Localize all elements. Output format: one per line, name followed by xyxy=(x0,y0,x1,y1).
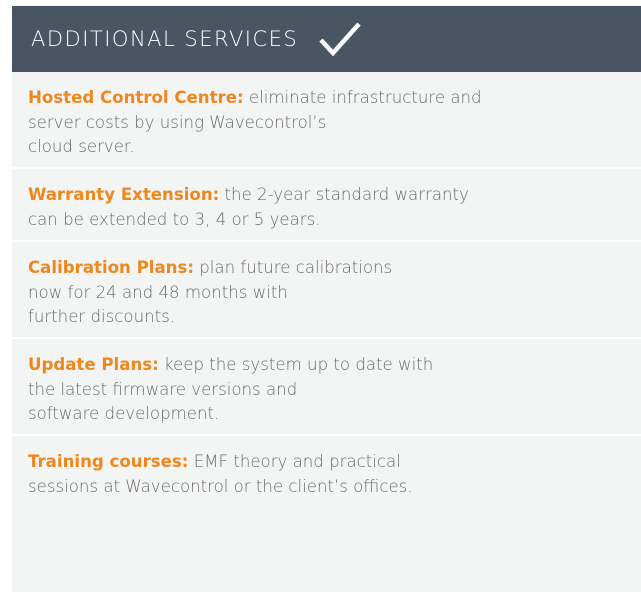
check-icon xyxy=(318,21,362,57)
service-description-line: further discounts. xyxy=(28,307,176,326)
service-warranty-extension: Warranty Extension: the 2-year standard … xyxy=(12,167,641,240)
service-description-line: can be extended to 3, 4 or 5 years. xyxy=(28,209,321,229)
service-calibration-plans: Calibration Plans: plan future calibrati… xyxy=(12,240,641,337)
service-description-line: the latest firmware versions and xyxy=(28,379,298,399)
service-description-line: keep the system up to date with xyxy=(158,355,434,374)
service-training-courses: Training courses: EMF theory and practic… xyxy=(12,434,641,514)
service-title: Hosted Control Centre: xyxy=(28,88,244,107)
services-header-title: ADDITIONAL SERVICES xyxy=(31,27,299,51)
service-title: Training courses: xyxy=(28,452,189,471)
service-description-line: software development. xyxy=(28,404,220,423)
service-description-line: server costs by using Wavecontrol’s xyxy=(28,112,327,132)
service-description-line: sessions at Wavecontrol or the client’s … xyxy=(28,476,413,496)
service-description-line: eliminate infrastructure and xyxy=(243,88,482,107)
service-description-line: cloud server. xyxy=(28,137,135,156)
services-header: ADDITIONAL SERVICES xyxy=(12,6,641,72)
services-list: Hosted Control Centre: eliminate infrast… xyxy=(12,72,641,514)
service-title: Update Plans: xyxy=(28,355,159,374)
service-description-line: the 2-year standard warranty xyxy=(219,185,469,204)
service-update-plans: Update Plans: keep the system up to date… xyxy=(12,337,641,434)
service-title: Calibration Plans: xyxy=(28,258,194,277)
service-title: Warranty Extension: xyxy=(28,185,220,204)
additional-services-panel: ADDITIONAL SERVICES Hosted Control Centr… xyxy=(12,6,641,592)
service-description-line: EMF theory and practical xyxy=(188,452,401,471)
service-description-line: now for 24 and 48 months with xyxy=(28,282,288,302)
service-description-line: plan future calibrations xyxy=(194,258,393,277)
service-hosted-control-centre: Hosted Control Centre: eliminate infrast… xyxy=(12,72,641,167)
